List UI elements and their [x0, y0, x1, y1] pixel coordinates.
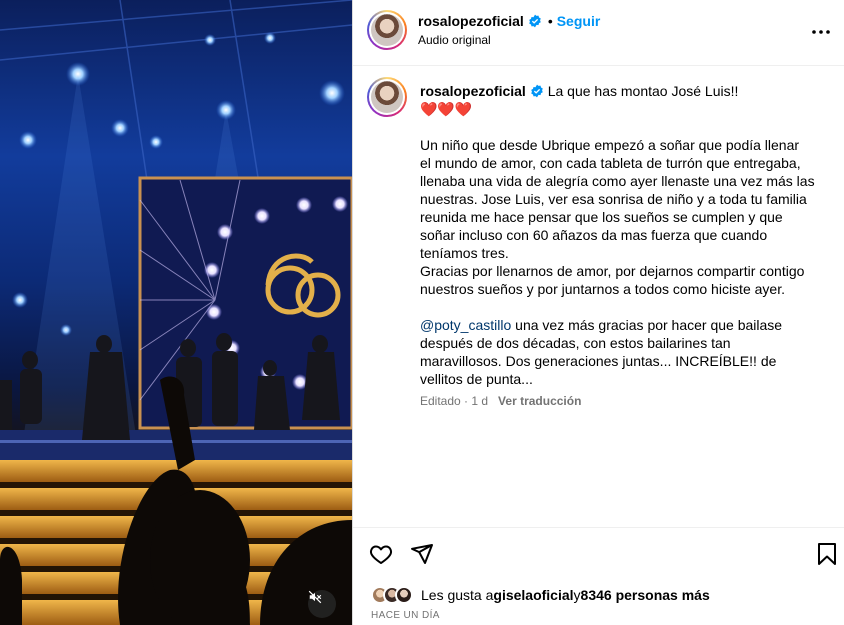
like-button[interactable]	[368, 541, 394, 567]
action-bar: Les gusta a giselaoficial y 8346 persona…	[353, 527, 844, 625]
follow-button[interactable]: Seguir	[557, 13, 601, 29]
caption-line: vellitos de punta...	[420, 371, 533, 387]
post-header: rosalopezoficial • Seguir Audio original	[353, 0, 844, 66]
verified-badge-icon	[529, 14, 541, 28]
liker-username-link[interactable]: giselaoficial	[493, 587, 573, 603]
share-button[interactable]	[409, 541, 435, 567]
see-translation-link[interactable]: Ver traducción	[498, 394, 581, 408]
caption-line: llenaba una vida de alegría como ayer ll…	[420, 173, 815, 189]
likes-count-link[interactable]: 8346 personas más	[581, 587, 710, 603]
likes-prefix: Les gusta a	[421, 587, 494, 603]
concert-stage-image	[0, 0, 352, 625]
header-user-line: rosalopezoficial • Seguir	[418, 13, 600, 29]
caption-line: el mundo de amor, con cada tableta de tu…	[420, 155, 801, 171]
audio-original-link[interactable]: Audio original	[418, 33, 491, 47]
heart-icon	[369, 545, 393, 564]
avatar[interactable]	[395, 586, 413, 604]
liker-avatars	[371, 586, 413, 604]
post-caption: rosalopezoficial La que has montao José …	[420, 82, 830, 388]
separator-dot: •	[547, 13, 553, 29]
caption-line: soñar incluso con 60 añazos da mas fuerz…	[420, 227, 768, 243]
more-horizontal-icon	[812, 30, 830, 34]
caption-line: nuestras. Jose Luis, ver esa sonrisa de …	[420, 191, 807, 207]
avatar-image	[371, 81, 403, 113]
caption-line: después de dos décadas, con estos bailar…	[420, 335, 731, 351]
likes-connector: y	[573, 587, 581, 603]
avatar[interactable]	[367, 10, 407, 50]
verified-badge-icon	[531, 84, 543, 98]
caption-line: Un niño que desde Ubrique empezó a soñar…	[420, 137, 800, 153]
caption-username-link[interactable]: rosalopezoficial	[420, 83, 526, 99]
caption-meta: Editado · 1 d Ver traducción	[420, 394, 581, 408]
caption-line: una vez más gracias por hacer que bailas…	[511, 317, 783, 333]
post-video[interactable]	[0, 0, 352, 625]
edited-time: Editado · 1 d	[420, 394, 489, 408]
caption-avatar[interactable]	[367, 77, 407, 117]
caption-first-line: La que has montao José Luis!!	[547, 83, 739, 99]
bookmark-icon	[818, 543, 836, 565]
mention-link[interactable]: @poty_castillo	[420, 317, 511, 333]
avatar-image	[371, 14, 403, 46]
caption-line: Gracias por llenarnos de amor, por dejar…	[420, 263, 805, 279]
post-details-panel: rosalopezoficial • Seguir Audio original r…	[352, 0, 844, 625]
send-icon	[411, 544, 433, 564]
username-link[interactable]: rosalopezoficial	[418, 13, 524, 29]
post-timestamp[interactable]: HACE UN DÍA	[371, 610, 440, 621]
comments-area: rosalopezoficial La que has montao José …	[353, 67, 844, 527]
more-options-button[interactable]	[809, 20, 833, 44]
caption-line: maravillosos. Dos generaciones juntas...…	[420, 353, 777, 369]
caption-line: reunida me hace pensar que los sueños se…	[420, 209, 783, 225]
likes-summary: Les gusta a giselaoficial y 8346 persona…	[371, 585, 710, 605]
speaker-muted-icon	[308, 590, 322, 604]
caption-line: nuestros sueños y por juntarnos a todos …	[420, 281, 785, 297]
save-button[interactable]	[814, 541, 840, 567]
caption-line: teníamos tres.	[420, 245, 509, 261]
hearts-emoji: ❤️❤️❤️	[420, 101, 473, 117]
mute-button[interactable]	[308, 590, 336, 618]
